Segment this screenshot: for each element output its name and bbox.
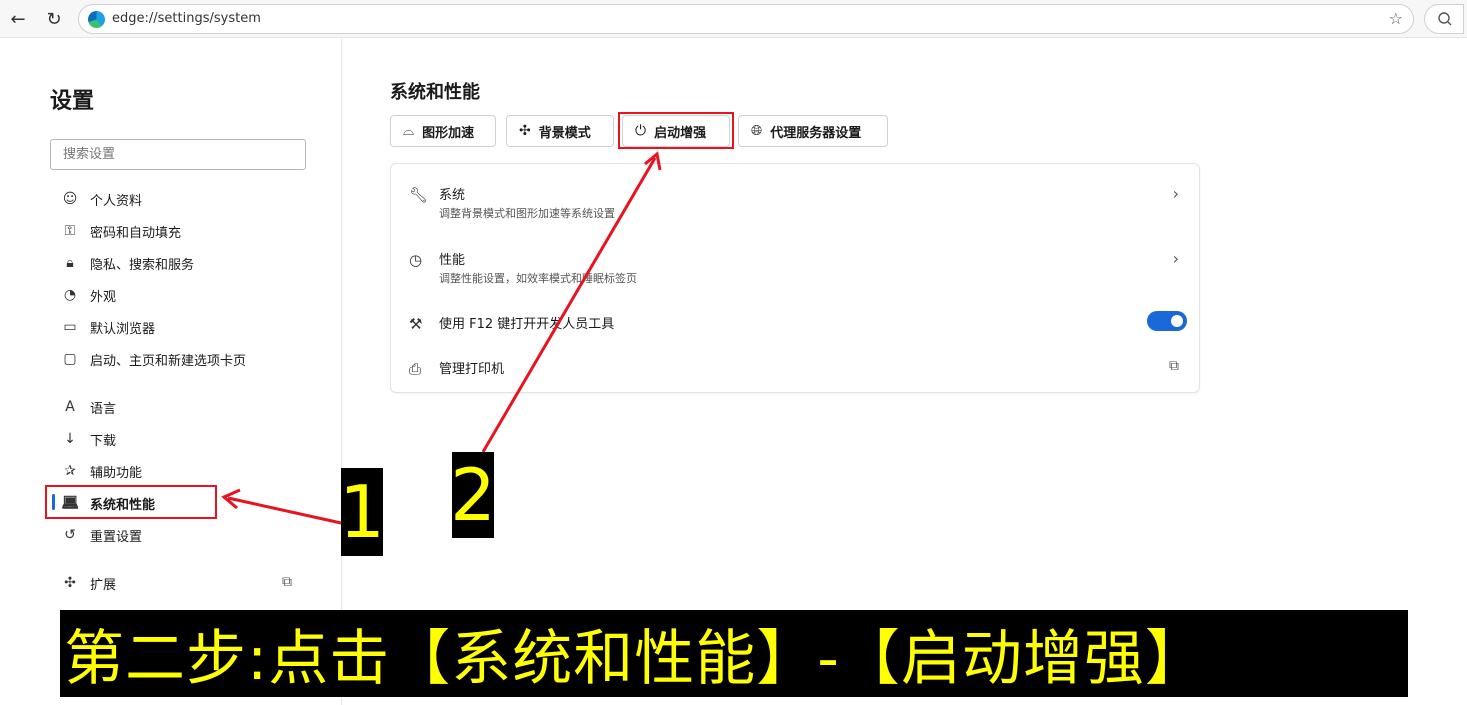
refresh-icon[interactable]: ↻ xyxy=(42,7,66,31)
sidebar-item-appearance[interactable]: ◔ 外观 xyxy=(60,282,310,308)
globe-icon: 🌐︎ xyxy=(751,123,763,139)
chip-graphics-acceleration[interactable]: ⌓ 图形加速 xyxy=(390,115,496,147)
address-url[interactable]: edge://settings/system xyxy=(112,11,261,26)
row-title: 管理打印机 xyxy=(439,362,505,377)
chip-background-mode[interactable]: ✣ 背景模式 xyxy=(506,115,614,147)
wrench-icon: 🔧︎ xyxy=(409,186,429,204)
settings-sidebar: 设置 ☺ 个人资料 ⚿ 密码和自动填充 🔒︎ 隐私、搜索和服务 ◔ 外观 ▭ 默… xyxy=(0,39,342,705)
sidebar-item-downloads[interactable]: ↓ 下载 xyxy=(60,426,310,452)
row-system[interactable]: 🔧︎ 系统 调整背景模式和图形加速等系统设置 › xyxy=(409,184,1189,224)
profile-icon: ☺ xyxy=(62,191,78,207)
page-title: 系统和性能 xyxy=(390,82,480,103)
highlight-system-performance xyxy=(45,485,217,519)
chevron-right-icon: › xyxy=(1172,184,1179,203)
step-number-2: 2 xyxy=(450,452,496,538)
chip-label: 代理服务器设置 xyxy=(770,125,862,141)
sidebar-item-label: 辅助功能 xyxy=(90,465,143,481)
sidebar-item-label: 下载 xyxy=(90,433,117,449)
address-bar[interactable]: edge://settings/system ☆ xyxy=(78,4,1414,34)
sidebar-item-default-browser[interactable]: ▭ 默认浏览器 xyxy=(60,314,310,340)
row-subtitle: 调整性能设置，如效率模式和睡眠标签页 xyxy=(439,272,637,285)
printer-icon: ⎙ xyxy=(409,360,422,378)
sidebar-item-label: 个人资料 xyxy=(90,193,143,209)
sidebar-item-label: 密码和自动填充 xyxy=(90,225,182,241)
sidebar-item-label: 重置设置 xyxy=(90,529,143,545)
sidebar-item-label: 启动、主页和新建选项卡页 xyxy=(90,353,247,369)
home-icon: ▢ xyxy=(63,351,77,367)
row-devtools-f12: ⚒ 使用 F12 键打开开发人员工具 xyxy=(409,313,1189,337)
chip-label: 背景模式 xyxy=(538,125,591,141)
favorite-star-icon[interactable]: ☆ xyxy=(1389,9,1403,28)
puzzle-icon: ✣ xyxy=(519,123,531,139)
sidebar-item-label: 外观 xyxy=(90,289,117,305)
row-title: 系统 xyxy=(439,188,466,203)
sidebar-item-label: 语言 xyxy=(90,401,117,417)
browser-toolbar: ← ↻ edge://settings/system ☆ xyxy=(0,0,1467,38)
sidebar-title: 设置 xyxy=(50,89,95,114)
step-number-1: 1 xyxy=(339,468,385,556)
sidebar-item-accessibility[interactable]: ✰ 辅助功能 xyxy=(60,458,310,484)
row-subtitle: 调整背景模式和图形加速等系统设置 xyxy=(439,207,615,220)
sidebar-item-privacy[interactable]: 🔒︎ 隐私、搜索和服务 xyxy=(60,250,310,276)
sidebar-item-profile[interactable]: ☺ 个人资料 xyxy=(60,186,310,212)
chip-proxy-settings[interactable]: 🌐︎ 代理服务器设置 xyxy=(738,115,888,147)
instruction-banner: 第二步:点击【系统和性能】-【启动增强】 xyxy=(60,610,1408,697)
sidebar-item-extensions[interactable]: ✣ 扩展 xyxy=(60,570,310,596)
devtools-toggle[interactable] xyxy=(1147,311,1187,331)
tools-icon: ⚒ xyxy=(409,315,423,333)
external-link-icon: ⧉ xyxy=(1169,358,1179,374)
highlight-startup-boost xyxy=(618,112,734,149)
sidebar-item-label: 默认浏览器 xyxy=(90,321,156,337)
sidebar-item-startup[interactable]: ▢ 启动、主页和新建选项卡页 xyxy=(60,346,310,372)
reset-icon: ↺ xyxy=(64,527,76,543)
accessibility-icon: ✰ xyxy=(64,463,76,479)
download-icon: ↓ xyxy=(64,431,76,447)
row-manage-printers[interactable]: ⎙ 管理打印机 ⧉ xyxy=(409,358,1189,382)
sidebar-item-label: 扩展 xyxy=(90,577,117,593)
palette-icon: ◔ xyxy=(63,287,77,303)
chip-label: 图形加速 xyxy=(422,125,475,141)
puzzle-icon: ✣ xyxy=(64,575,76,591)
sidebar-item-label: 隐私、搜索和服务 xyxy=(90,257,195,273)
row-title: 性能 xyxy=(439,253,466,268)
chevron-right-icon: › xyxy=(1172,249,1179,268)
gpu-icon: ⌓ xyxy=(403,123,415,139)
gauge-icon: ◷ xyxy=(409,251,423,269)
language-icon: A xyxy=(65,399,75,415)
system-settings-card: 🔧︎ 系统 调整背景模式和图形加速等系统设置 › ◷ 性能 调整性能设置，如效率… xyxy=(390,163,1200,393)
external-link-icon: ⧉ xyxy=(282,574,292,590)
sidebar-item-passwords[interactable]: ⚿ 密码和自动填充 xyxy=(60,218,310,244)
row-title: 使用 F12 键打开开发人员工具 xyxy=(439,317,615,332)
row-performance[interactable]: ◷ 性能 调整性能设置，如效率模式和睡眠标签页 › xyxy=(409,249,1189,289)
lock-icon: 🔒︎ xyxy=(66,255,74,271)
back-arrow-icon[interactable]: ← xyxy=(6,7,30,31)
sidebar-item-language[interactable]: A 语言 xyxy=(60,394,310,420)
edge-logo-icon xyxy=(88,11,105,28)
settings-search-input[interactable] xyxy=(50,139,306,170)
key-icon: ⚿ xyxy=(64,223,76,239)
search-button[interactable] xyxy=(1424,4,1464,34)
browser-icon: ▭ xyxy=(63,319,77,335)
sidebar-item-reset[interactable]: ↺ 重置设置 xyxy=(60,522,310,548)
search-icon xyxy=(1438,12,1452,26)
